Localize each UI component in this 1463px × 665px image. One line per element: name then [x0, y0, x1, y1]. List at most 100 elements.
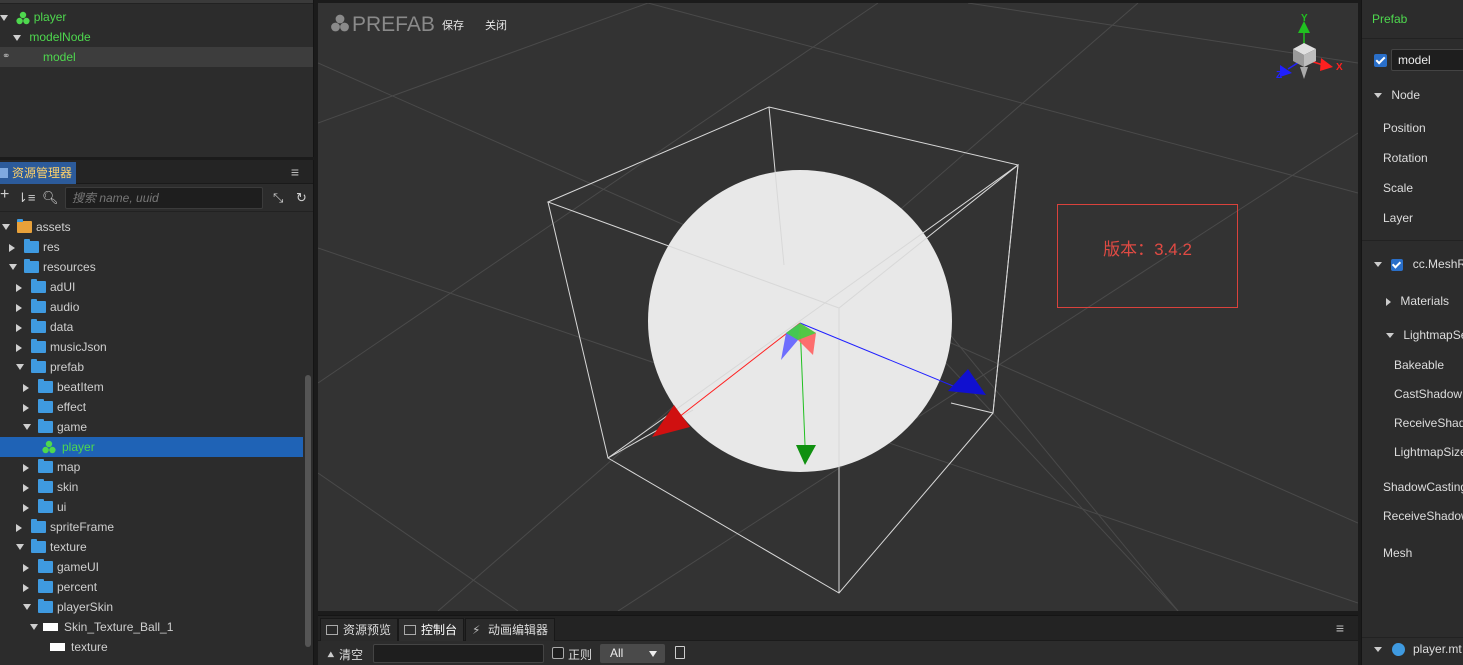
chevron-right-icon[interactable] [9, 244, 15, 252]
scene-view[interactable]: Y X Z PREFAB 保存 关闭 版本：3.4.2 [318, 3, 1358, 611]
tree-item[interactable]: skin [0, 477, 303, 497]
tab-label: 资源预览 [343, 623, 392, 637]
hierarchy-item-modelnode[interactable]: modelNode [0, 27, 313, 47]
tree-item[interactable]: playerSkin [0, 597, 303, 617]
chevron-down-icon[interactable] [9, 264, 17, 270]
tree-item[interactable]: game [0, 417, 303, 437]
component-mesh-renderer[interactable]: cc.MeshR [1374, 257, 1463, 271]
chevron-right-icon[interactable] [16, 304, 22, 312]
node-name-input[interactable] [1391, 49, 1463, 71]
collapse-all-icon[interactable]: ⤡ [273, 191, 283, 205]
orientation-gizmo[interactable] [1280, 21, 1333, 79]
tree-item[interactable]: spriteFrame [0, 517, 303, 537]
tree-item[interactable]: Skin_Texture_Ball_1 [0, 617, 303, 637]
chevron-right-icon[interactable] [16, 324, 22, 332]
tree-item-label: res [43, 240, 60, 254]
component-enabled-checkbox[interactable] [1391, 258, 1404, 271]
chevron-down-icon[interactable] [16, 364, 24, 370]
tree-item[interactable]: res [0, 237, 303, 257]
lightmap-settings-section[interactable]: LightmapSe [1386, 328, 1463, 342]
tree-item[interactable]: texture [0, 637, 303, 657]
tree-item[interactable]: texture [0, 537, 303, 557]
tree-item[interactable]: audio [0, 297, 303, 317]
chevron-right-icon[interactable] [23, 404, 29, 412]
sort-icon[interactable]: ⇂≡ [17, 191, 35, 205]
tree-item[interactable]: beatItem [0, 377, 303, 397]
search-type-icon[interactable]: 🔍︎ [42, 191, 59, 205]
node-active-checkbox[interactable] [1374, 54, 1387, 67]
tree-item[interactable]: resources [0, 257, 303, 277]
expand-arrow-icon[interactable] [13, 34, 21, 41]
folder-icon [24, 259, 39, 273]
tree-item-label: ui [57, 500, 67, 514]
menu-icon[interactable]: ≡ [291, 165, 299, 179]
version-text: 版本：3.4.2 [1103, 239, 1192, 259]
log-level-select[interactable]: All [600, 644, 665, 663]
chevron-down-icon[interactable] [30, 624, 38, 630]
tree-item[interactable]: ui [0, 497, 303, 517]
chevron-right-icon[interactable] [23, 484, 29, 492]
tree-scrollbar[interactable] [305, 375, 311, 647]
tab-asset-preview[interactable]: 资源预览 [320, 618, 399, 641]
clear-label: 清空 [338, 648, 363, 662]
refresh-icon[interactable]: ↻ [296, 191, 307, 205]
tree-item-label: texture [71, 640, 108, 654]
tab-assets[interactable]: 资源管理器 [0, 162, 77, 184]
tree-item[interactable]: assets [0, 217, 303, 237]
material-asset-row[interactable]: player.mt [1362, 637, 1463, 661]
chevron-down-icon[interactable] [23, 604, 31, 610]
filter-input[interactable] [373, 644, 544, 663]
terminal-icon [404, 625, 416, 635]
chevron-right-icon[interactable] [16, 344, 22, 352]
tree-item[interactable]: effect [0, 397, 303, 417]
prop-cast-shadow: CastShadow [1394, 387, 1463, 401]
tab-animation-editor[interactable]: ⚡︎ 动画编辑器 [465, 618, 556, 641]
expand-arrow-icon[interactable] [0, 14, 8, 21]
hierarchy-item-player[interactable]: player [0, 7, 313, 27]
tree-item-label: audio [50, 300, 80, 314]
tree-item[interactable]: player [0, 437, 303, 457]
tree-item[interactable]: gameUI [0, 557, 303, 577]
tree-item[interactable]: percent [0, 577, 303, 597]
tab-console[interactable]: 控制台 [398, 618, 465, 641]
chevron-right-icon[interactable] [23, 584, 29, 592]
add-icon[interactable]: + [0, 187, 9, 203]
search-input[interactable] [65, 187, 263, 209]
folder-icon [31, 539, 46, 553]
materials-section[interactable]: Materials [1386, 294, 1449, 308]
folder-icon [38, 399, 53, 413]
chevron-right-icon[interactable] [23, 564, 29, 572]
folder-icon [31, 319, 46, 333]
prefab-icon [16, 11, 30, 25]
chevron-down-icon[interactable] [16, 544, 24, 550]
tree-item[interactable]: prefab [0, 357, 303, 377]
chevron-down-icon[interactable] [23, 424, 31, 430]
tree-item[interactable]: map [0, 457, 303, 477]
hierarchy-top-strip [0, 0, 313, 4]
assets-panel: 资源管理器 ≡ + ⇂≡ 🔍︎ ⤡ ↻ assets res resources ad… [0, 160, 314, 665]
tree-item[interactable]: adUI [0, 277, 303, 297]
folder-icon [24, 239, 39, 253]
menu-icon[interactable]: ≡ [1336, 621, 1344, 635]
component-label: cc.MeshR [1412, 257, 1463, 271]
console-tab-bar: 资源预览 控制台 ⚡︎ 动画编辑器 ≡ [318, 615, 1358, 641]
chevron-right-icon[interactable] [23, 464, 29, 472]
section-node[interactable]: Node [1374, 88, 1420, 102]
folder-icon [38, 419, 53, 433]
clear-button[interactable]: ⯅ 清空 [326, 646, 363, 663]
expand-arrow-icon [1374, 93, 1382, 99]
chevron-down-icon[interactable] [2, 224, 10, 230]
hierarchy-item-model[interactable]: ⚭ model [0, 47, 313, 67]
database-icon [17, 219, 32, 233]
chevron-right-icon[interactable] [23, 384, 29, 392]
tree-item[interactable]: musicJson [0, 337, 303, 357]
close-button[interactable]: 关闭 [485, 17, 507, 33]
save-button[interactable]: 保存 [442, 17, 464, 33]
chevron-right-icon[interactable] [16, 524, 22, 532]
regex-checkbox[interactable] [552, 647, 564, 659]
clear-icon: ⯅ [326, 648, 336, 662]
chevron-right-icon[interactable] [16, 284, 22, 292]
chevron-right-icon[interactable] [23, 504, 29, 512]
open-log-file-icon[interactable] [675, 646, 685, 659]
tree-item[interactable]: data [0, 317, 303, 337]
